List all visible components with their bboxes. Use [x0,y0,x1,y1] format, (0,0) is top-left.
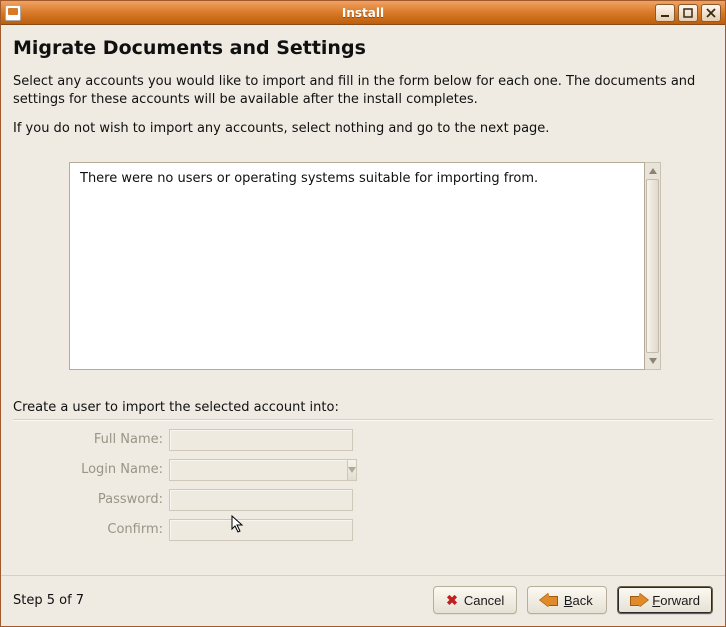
full-name-label: Full Name: [69,432,169,447]
scroll-up-icon[interactable] [646,164,659,178]
confirm-label: Confirm: [69,522,169,537]
separator [13,419,713,421]
cancel-icon: ✖ [446,592,458,609]
maximize-button[interactable] [678,4,698,22]
arrow-right-icon [630,594,646,606]
scroll-down-icon[interactable] [646,354,659,368]
confirm-field [169,519,353,541]
intro-text-2: If you do not wish to import any account… [13,120,713,138]
create-user-heading: Create a user to import the selected acc… [13,400,713,415]
window-title: Install [1,6,725,20]
login-name-label: Login Name: [69,462,169,477]
full-name-field [169,429,353,451]
scroll-thumb[interactable] [646,179,659,353]
password-field [169,489,353,511]
cancel-button[interactable]: ✖ Cancel [433,586,517,614]
back-button[interactable]: Back [527,586,607,614]
password-label: Password: [69,492,169,507]
back-label: Back [564,593,593,608]
forward-label: Forward [652,593,700,608]
titlebar[interactable]: Install [1,1,725,25]
close-button[interactable] [701,4,721,22]
cancel-label: Cancel [464,593,504,608]
accounts-list[interactable]: There were no users or operating systems… [69,162,661,370]
step-indicator: Step 5 of 7 [13,593,84,608]
minimize-button[interactable] [655,4,675,22]
accounts-empty-message: There were no users or operating systems… [80,171,538,186]
intro-text-1: Select any accounts you would like to im… [13,73,713,108]
login-name-dropdown [347,459,357,481]
arrow-left-icon [542,594,558,606]
page-title: Migrate Documents and Settings [13,37,713,59]
login-name-field [169,459,347,481]
scrollbar[interactable] [645,162,661,370]
forward-button[interactable]: Forward [617,586,713,614]
app-icon [5,5,21,21]
